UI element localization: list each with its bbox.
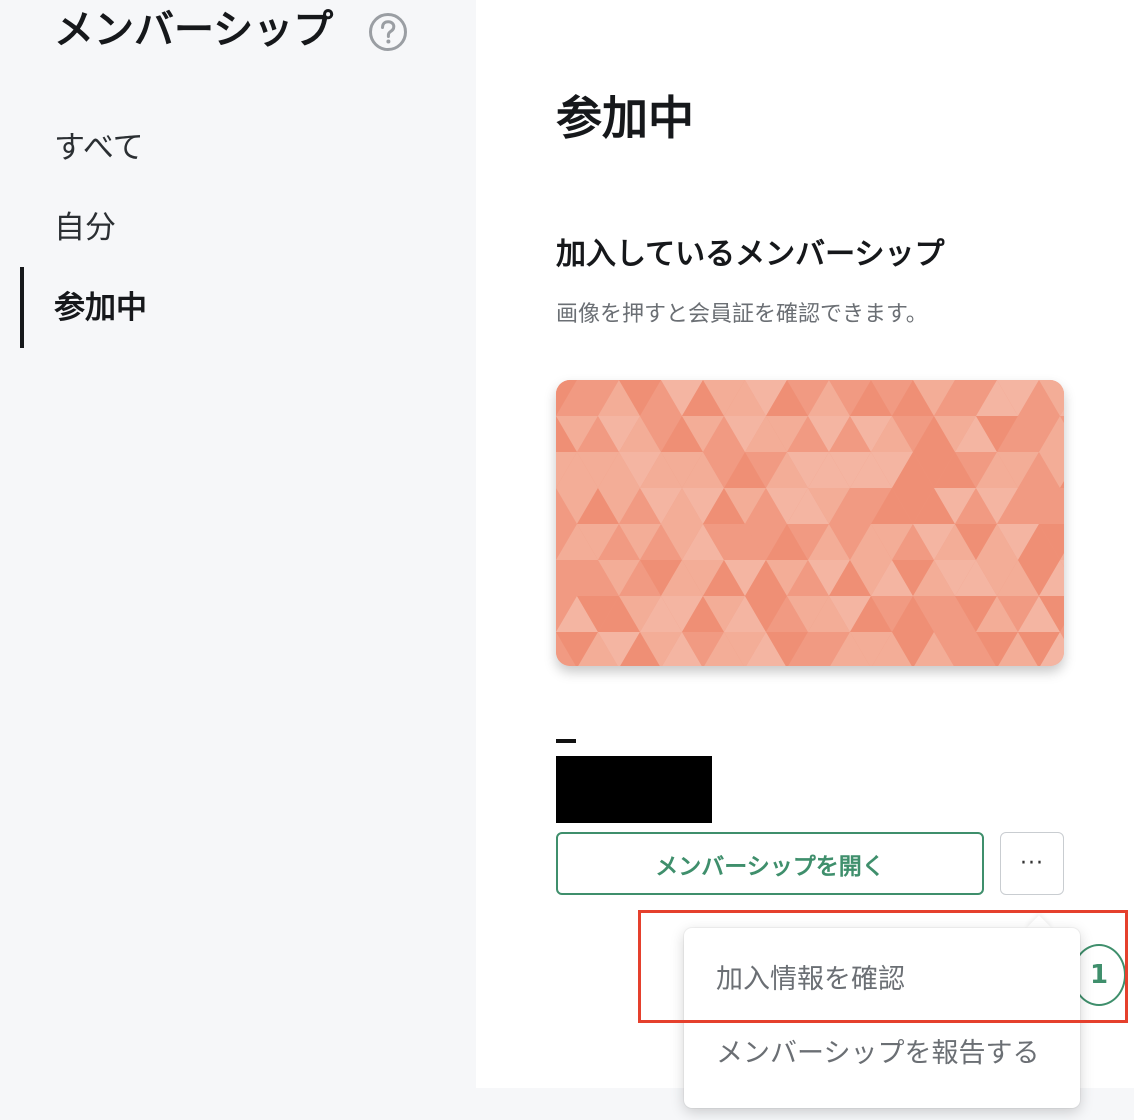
sidebar: メンバーシップ すべて 自分 参加中 (0, 0, 476, 1120)
section-description: 画像を押すと会員証を確認できます。 (556, 302, 928, 327)
sidebar-item-joined[interactable]: 参加中 (54, 288, 147, 328)
help-icon[interactable] (368, 12, 408, 52)
ellipsis-icon: ··· (1020, 851, 1044, 876)
step-number-badge: 1 (1072, 944, 1126, 1006)
section-title: 加入しているメンバーシップ (556, 237, 945, 272)
active-nav-indicator (20, 267, 24, 348)
more-options-button[interactable]: ··· (1000, 832, 1064, 895)
sidebar-item-all[interactable]: すべて (54, 128, 144, 168)
creator-name-dash (556, 739, 576, 743)
page-title: 参加中 (556, 91, 694, 145)
card-pattern (556, 380, 1064, 666)
sidebar-title: メンバーシップ (54, 7, 334, 53)
menu-item-view-subscription-info[interactable]: 加入情報を確認 (716, 962, 905, 998)
sidebar-item-mine[interactable]: 自分 (54, 208, 116, 248)
options-dropdown-menu: 加入情報を確認 メンバーシップを報告する (684, 928, 1080, 1108)
membership-card-image[interactable] (556, 380, 1064, 666)
menu-item-report-membership[interactable]: メンバーシップを報告する (716, 1036, 1039, 1072)
open-membership-button[interactable]: メンバーシップを開く (556, 832, 984, 895)
redacted-membership-name (556, 756, 712, 823)
